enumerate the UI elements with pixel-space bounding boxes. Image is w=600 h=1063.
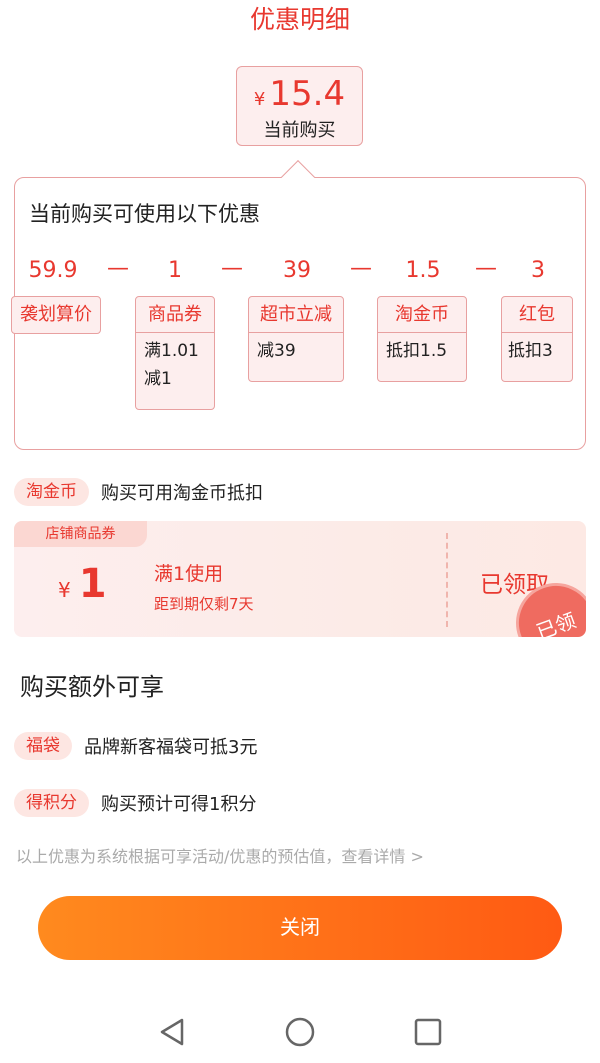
discount-tag-supermarket: 超市立减 减39 — [248, 296, 344, 382]
disclaimer-link[interactable]: 以上优惠为系统根据可享活动/优惠的预估值，查看详情 > — [16, 843, 424, 867]
home-icon[interactable] — [284, 1016, 316, 1048]
tag-line: 抵扣3 — [508, 341, 553, 361]
current-price-label: 当前购买 — [263, 120, 336, 141]
coupon-ribbon: 店铺商品券 — [14, 521, 147, 547]
taojinbi-text: 购买可用淘金币抵扣 — [101, 483, 263, 504]
calc-value: 1 — [168, 258, 182, 283]
calc-value: 1.5 — [405, 258, 441, 283]
discount-detail-panel: 当前购买可使用以下优惠 59.9 — 1 — 39 — 1.5 — 3 袭划算价… — [11, 177, 586, 450]
calc-value: 39 — [283, 258, 311, 283]
taojinbi-pill: 淘金币 — [14, 478, 89, 506]
discount-tag-product-coupon: 商品券 满1.01 减1 — [135, 296, 215, 410]
minus-sign: — — [107, 256, 129, 281]
fudai-pill: 福袋 — [14, 732, 72, 760]
calc-value: 3 — [531, 258, 545, 283]
coupon-condition: 满1使用 — [154, 563, 224, 585]
currency-symbol: ¥ — [253, 89, 266, 110]
tag-body: 减39 — [249, 333, 343, 369]
points-text: 购买预计可得1积分 — [101, 794, 257, 815]
tag-body: 抵扣3 — [502, 333, 572, 369]
current-price: ¥15.4 — [237, 75, 362, 119]
coupon-value: 1 — [78, 561, 107, 607]
tag-head: 红包 — [502, 297, 572, 333]
benefit-row-points: 得积分 购买预计可得1积分 — [14, 788, 256, 818]
minus-sign: — — [221, 256, 243, 281]
calc-value: 59.9 — [28, 258, 78, 283]
system-nav-bar — [0, 1000, 600, 1063]
tag-line: 减1 — [144, 369, 172, 389]
discount-tag-red-packet: 红包 抵扣3 — [501, 296, 573, 382]
points-pill: 得积分 — [14, 789, 89, 817]
benefit-row-fudai: 福袋 品牌新客福袋可抵3元 — [14, 731, 257, 761]
back-icon[interactable] — [156, 1016, 188, 1048]
coupon-expire: 距到期仅剩7天 — [154, 595, 254, 613]
taojinbi-row: 淘金币 购买可用淘金币抵扣 — [14, 477, 263, 507]
page-title: 优惠明细 — [249, 5, 350, 34]
tag-head: 袭划算价 — [20, 304, 92, 325]
coupon-divider — [446, 533, 448, 627]
currency-symbol: ¥ — [58, 578, 71, 602]
tag-body: 满1.01 减1 — [136, 333, 214, 397]
discount-tag-special-price: 袭划算价 — [11, 296, 101, 334]
tag-head: 淘金币 — [378, 297, 466, 333]
tag-line: 减39 — [257, 341, 296, 361]
extra-benefits-title: 购买额外可享 — [20, 673, 164, 701]
tag-body: 抵扣1.5 — [378, 333, 466, 369]
tag-line: 满1.01 — [144, 341, 199, 361]
discount-tag-taojinbi: 淘金币 抵扣1.5 — [377, 296, 467, 382]
tag-line: 抵扣1.5 — [386, 341, 448, 361]
tag-head: 超市立减 — [249, 297, 343, 333]
fudai-text: 品牌新客福袋可抵3元 — [84, 737, 258, 758]
tag-head: 商品券 — [136, 297, 214, 333]
close-button[interactable]: 关闭 — [38, 896, 562, 960]
coupon-amount: ¥1 — [58, 561, 107, 607]
minus-sign: — — [475, 256, 497, 281]
panel-heading: 当前购买可使用以下优惠 — [29, 202, 260, 226]
minus-sign: — — [350, 256, 372, 281]
store-coupon-card[interactable]: 店铺商品券 ¥1 满1使用 距到期仅剩7天 已领取 已领 — [14, 521, 586, 637]
price-amount: 15.4 — [269, 74, 346, 114]
recent-apps-icon[interactable] — [412, 1016, 444, 1048]
current-price-box: ¥15.4 当前购买 — [236, 66, 363, 146]
